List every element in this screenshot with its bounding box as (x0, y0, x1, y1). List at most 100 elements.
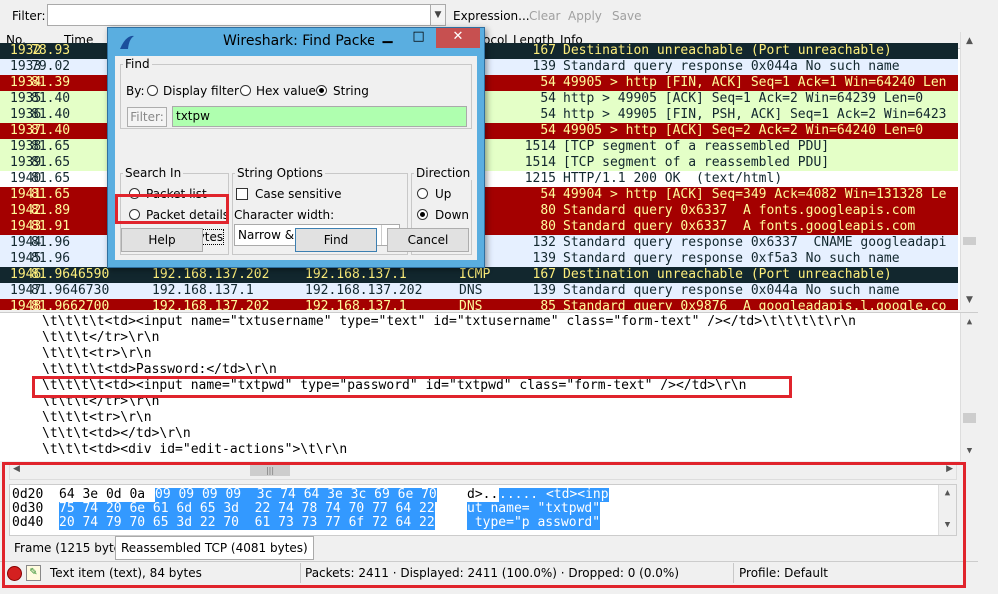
minimize-icon[interactable]: ▁ (374, 28, 401, 48)
details-scrollbar[interactable]: ▲ ▼ (960, 313, 978, 461)
detail-line[interactable]: \t\t\t<td><div id="edit-actions">\t\r\n (42, 442, 347, 458)
filter-dropdown-button[interactable]: ▼ (430, 4, 446, 26)
packet-cell-src: 192.168.137.1 (152, 283, 254, 298)
find-button[interactable]: Find (295, 228, 377, 252)
cancel-button[interactable]: Cancel (387, 228, 469, 252)
packet-cell-info: HTTP/1.1 200 OK (text/html) (563, 171, 783, 186)
radio-display-filter[interactable] (147, 85, 158, 96)
direction-label: Direction (414, 166, 473, 180)
find-group-label: Find (123, 57, 152, 71)
option-display-filter[interactable]: Display filter (163, 84, 239, 98)
dialog-titlebar[interactable]: Wireshark: Find Packet ▁ □ ✕ (108, 28, 484, 56)
search-in-label: Search In (123, 166, 184, 180)
filter-label-button[interactable]: Filter: (127, 107, 167, 127)
apply-button[interactable]: Apply (568, 9, 602, 23)
packet-cell-proto: DNS (459, 283, 483, 298)
packet-cell-len: 1514 (524, 139, 556, 154)
packet-cell-len: 139 (532, 283, 556, 298)
packet-cell-info: Standard query 0x6337 A fonts.googleapis… (563, 219, 916, 234)
scrollbar-thumb[interactable] (963, 237, 976, 245)
packet-cell-time: 81.96 (31, 235, 71, 250)
by-label: By: (126, 84, 145, 98)
packet-cell-dst: 192.168.137.1 (305, 299, 407, 310)
highlight-password-line (32, 376, 792, 398)
packet-cell-info: Standard query response 0xf5a3 No such n… (563, 251, 900, 266)
packet-cell-len: 139 (532, 59, 556, 74)
packet-cell-len: 139 (532, 251, 556, 266)
find-string-input[interactable]: txtpw (172, 106, 467, 127)
packet-cell-len: 132 (532, 235, 556, 250)
packet-cell-len: 1514 (524, 155, 556, 170)
packet-cell-src: 192.168.137.202 (152, 299, 270, 310)
packet-cell-info: Standard query 0x9876 A googleadapis.l.g… (563, 299, 947, 310)
packet-cell-info: 49905 > http [ACK] Seq=2 Ack=2 Win=64240… (563, 123, 924, 138)
packet-row[interactable]: 1947 81.9646730 192.168.137.1 192.168.137.2… (0, 283, 958, 299)
filter-label: Filter: (12, 9, 46, 23)
detail-line[interactable]: \t\t\t\t<td><input name="txtusername" ty… (42, 314, 856, 330)
packet-cell-len: 54 (540, 123, 556, 138)
radio-string[interactable] (316, 85, 327, 96)
packet-cell-info: Standard query response 0x044a No such n… (563, 283, 900, 298)
packet-cell-info: Destination unreachable (Port unreachabl… (563, 267, 892, 282)
packet-cell-time: 78.93 (31, 43, 71, 58)
detail-line[interactable]: \t\t\t<tr>\r\n (42, 410, 152, 426)
packet-cell-time: 81.9646590 (31, 267, 110, 282)
maximize-icon[interactable]: □ (405, 28, 432, 48)
packet-cell-time: 81.40 (31, 123, 71, 138)
packet-cell-proto: DNS (459, 299, 483, 310)
packet-row[interactable]: 1946 81.9646590 192.168.137.202 192.168.137… (0, 267, 958, 283)
option-string[interactable]: String (333, 84, 369, 98)
option-down[interactable]: Down (435, 208, 469, 222)
packet-row[interactable]: 1948 81.9662700 192.168.137.202 192.168.137… (0, 299, 958, 310)
packet-cell-proto: ICMP (459, 267, 491, 282)
option-hex-value[interactable]: Hex value (256, 84, 316, 98)
case-sensitive-checkbox[interactable] (236, 188, 248, 200)
packet-cell-time: 81.40 (31, 91, 71, 106)
packet-cell-len: 54 (540, 75, 556, 90)
clear-button[interactable]: Clear (529, 9, 560, 23)
packet-cell-len: 54 (540, 187, 556, 202)
packet-cell-time: 81.96 (31, 251, 71, 266)
option-up[interactable]: Up (435, 187, 451, 201)
detail-line[interactable]: \t\t\t<td></td>\r\n (42, 426, 191, 442)
packet-cell-time: 81.65 (31, 171, 71, 186)
scrollbar-thumb[interactable] (963, 413, 976, 423)
radio-up[interactable] (417, 188, 428, 199)
display-filter-input[interactable] (47, 4, 431, 26)
packet-cell-time: 81.9662700 (31, 299, 110, 310)
packet-cell-time: 81.40 (31, 107, 71, 122)
packet-cell-dst: 192.168.137.1 (305, 267, 407, 282)
close-icon[interactable]: ✕ (436, 28, 480, 48)
detail-line[interactable]: \t\t\t</tr>\r\n (42, 330, 159, 346)
help-button[interactable]: Help (121, 228, 203, 252)
packet-list-scrollbar[interactable]: ▲ ▼ (960, 32, 978, 310)
packet-cell-dst: 192.168.137.202 (305, 283, 423, 298)
packet-cell-len: 85 (540, 299, 556, 310)
case-sensitive-label[interactable]: Case sensitive (255, 187, 342, 201)
packet-cell-info: http > 49905 [ACK] Seq=1 Ack=2 Win=64239… (563, 91, 924, 106)
highlight-bytes-area (2, 462, 966, 588)
packet-cell-time: 81.39 (31, 75, 71, 90)
string-options-label: String Options (235, 166, 325, 180)
scroll-down-icon[interactable]: ▼ (963, 445, 976, 458)
scroll-down-icon[interactable]: ▼ (963, 294, 976, 307)
packet-cell-time: 81.65 (31, 139, 71, 154)
save-filter-button[interactable]: Save (612, 9, 641, 23)
highlight-packet-bytes-option (115, 194, 229, 224)
detail-line[interactable]: \t\t\t<tr>\r\n (42, 346, 152, 362)
packet-cell-src: 192.168.137.202 (152, 267, 270, 282)
packet-cell-info: Standard query 0x6337 A fonts.googleapis… (563, 203, 916, 218)
packet-cell-time: 81.9646730 (31, 283, 110, 298)
expression-button[interactable]: Expression... (453, 9, 530, 23)
packet-cell-time: 81.91 (31, 219, 71, 234)
radio-down[interactable] (417, 209, 428, 220)
radio-hex-value[interactable] (240, 85, 251, 96)
scroll-up-icon[interactable]: ▲ (963, 316, 976, 329)
char-width-label: Character width: (234, 208, 335, 222)
find-packet-dialog: Wireshark: Find Packet ▁ □ ✕ Find By: Di… (107, 27, 485, 268)
packet-cell-len: 167 (532, 267, 556, 282)
packet-cell-info: Destination unreachable (Port unreachabl… (563, 43, 892, 58)
scroll-up-icon[interactable]: ▲ (963, 35, 976, 48)
packet-cell-time: 79.02 (31, 59, 71, 74)
packet-cell-time: 81.65 (31, 187, 71, 202)
